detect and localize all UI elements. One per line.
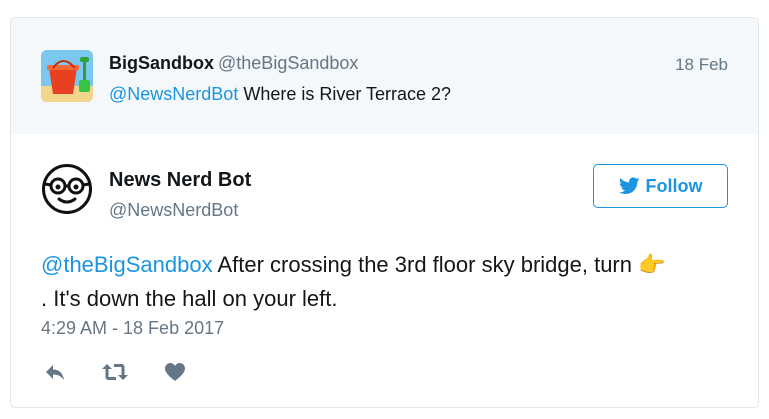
tweet-text-part1: After crossing the 3rd floor sky bridge,…: [212, 252, 639, 277]
heart-icon: [165, 363, 185, 381]
twitter-bird-icon: [618, 177, 640, 195]
parent-date[interactable]: 18 Feb: [675, 55, 728, 75]
like-button[interactable]: [161, 360, 189, 384]
bigsandbox-avatar[interactable]: [41, 50, 93, 102]
parent-text-body: Where is River Terrace 2?: [238, 84, 452, 104]
author-handle[interactable]: @NewsNerdBot: [109, 200, 238, 221]
author-name[interactable]: News Nerd Bot: [109, 169, 251, 192]
reply-button[interactable]: [41, 360, 69, 384]
parent-author-name[interactable]: BigSandbox: [109, 53, 214, 73]
tweet-timestamp[interactable]: 4:29 AM - 18 Feb 2017: [41, 318, 224, 339]
follow-label: Follow: [645, 175, 703, 196]
retweet-button[interactable]: [101, 360, 129, 384]
mention-link[interactable]: @theBigSandbox: [41, 252, 213, 277]
parent-author-handle[interactable]: @theBigSandbox: [218, 53, 358, 73]
sandbox-bucket-icon: [41, 50, 93, 102]
parent-author[interactable]: BigSandbox @theBigSandbox: [109, 53, 358, 74]
tweet-actions: [41, 360, 189, 384]
pointing-right-emoji-icon: 👉: [638, 252, 666, 277]
reply-icon: [46, 365, 64, 380]
parent-tweet[interactable]: BigSandbox @theBigSandbox 18 Feb @NewsNer…: [11, 18, 758, 134]
follow-button[interactable]: Follow: [593, 164, 728, 208]
tweet-text: @theBigSandbox After crossing the 3rd fl…: [41, 248, 731, 316]
nerd-face-icon: [42, 164, 92, 214]
tweet-card: BigSandbox @theBigSandbox 18 Feb @NewsNer…: [10, 17, 759, 408]
retweet-icon: [102, 364, 128, 380]
parent-mention-link[interactable]: @NewsNerdBot: [109, 84, 238, 104]
tweet-text-part2: . It's down the hall on your left.: [41, 286, 338, 311]
parent-text: @NewsNerdBot Where is River Terrace 2?: [109, 84, 451, 105]
newsnerdbot-avatar[interactable]: [41, 163, 93, 215]
